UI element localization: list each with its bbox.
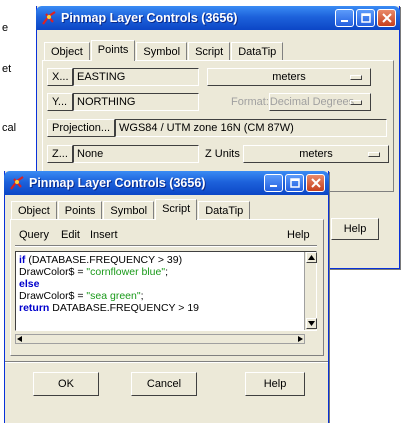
- projection-value: WGS84 / UTM zone 16N (CM 87W): [115, 119, 387, 137]
- ok-button[interactable]: OK: [33, 372, 99, 396]
- z-units-dropdown-value: meters: [299, 148, 333, 160]
- arrow-left-icon: [17, 336, 22, 342]
- script-keyword: return: [19, 302, 50, 314]
- front-window-title: Pinmap Layer Controls (3656): [29, 176, 206, 190]
- pinmap-app-icon: [10, 176, 24, 190]
- tab-symbol[interactable]: Symbol: [103, 201, 155, 220]
- tab-object[interactable]: Object: [11, 201, 57, 220]
- y-field-button[interactable]: Y...: [47, 93, 73, 111]
- back-window-title: Pinmap Layer Controls (3656): [61, 11, 238, 25]
- script-editor[interactable]: if (DATABASE.FREQUENCY > 39) DrawColor$ =…: [15, 251, 317, 331]
- minimize-icon: [270, 184, 277, 187]
- script-text: ;: [140, 290, 144, 302]
- scroll-down-button[interactable]: [306, 318, 317, 329]
- z-units-dropdown[interactable]: meters: [243, 145, 389, 163]
- background-text-2: et: [2, 63, 12, 75]
- background-text-1: e: [2, 22, 9, 34]
- script-string: "sea green": [86, 290, 141, 302]
- script-horizontal-scrollbar[interactable]: [15, 334, 305, 344]
- arrow-down-icon: [308, 321, 315, 326]
- menu-edit[interactable]: Edit: [61, 226, 80, 244]
- maximize-icon: [360, 13, 371, 23]
- cancel-button[interactable]: Cancel: [131, 372, 197, 396]
- z-field-button[interactable]: Z...: [47, 145, 73, 163]
- menu-insert[interactable]: Insert: [90, 226, 118, 244]
- front-window-titlebar[interactable]: Pinmap Layer Controls (3656): [4, 171, 329, 195]
- tab-script[interactable]: Script: [155, 199, 198, 220]
- units-dropdown[interactable]: meters: [207, 68, 371, 86]
- back-tabs: Object Points Symbol Script DataTip: [44, 40, 284, 61]
- z-units-label: Z Units: [205, 148, 240, 160]
- tab-object[interactable]: Object: [44, 42, 90, 61]
- minimize-button[interactable]: [335, 9, 354, 27]
- format-dropdown-value: Decimal Degrees: [269, 96, 355, 108]
- pinmap-app-icon: [42, 11, 56, 25]
- menu-separator: [15, 245, 317, 247]
- dropdown-indicator-icon: [368, 152, 380, 157]
- z-field-value: None: [73, 145, 199, 163]
- button-separator: [5, 361, 328, 363]
- projection-button[interactable]: Projection...: [47, 119, 115, 137]
- script-text: DATABASE.FREQUENCY > 19: [49, 302, 200, 314]
- format-dropdown: Decimal Degrees: [269, 93, 371, 111]
- menu-help[interactable]: Help: [287, 226, 310, 244]
- front-tabs: Object Points Symbol Script DataTip: [11, 199, 251, 220]
- maximize-button[interactable]: [356, 9, 375, 27]
- script-line: DrawColor$ = "cornflower blue";: [19, 266, 313, 278]
- script-text: (DATABASE.FREQUENCY > 39): [25, 254, 183, 266]
- maximize-button[interactable]: [285, 174, 304, 192]
- front-window: Pinmap Layer Controls (3656) Object Poin…: [4, 171, 329, 423]
- script-line: return DATABASE.FREQUENCY > 19: [19, 302, 313, 314]
- format-label: Format:: [231, 96, 269, 108]
- background-text-3: cal: [2, 122, 17, 134]
- script-text: ;: [165, 266, 168, 278]
- script-text: DrawColor$ =: [19, 290, 87, 302]
- back-window-titlebar[interactable]: Pinmap Layer Controls (3656): [36, 6, 400, 30]
- script-lines: if (DATABASE.FREQUENCY > 39) DrawColor$ =…: [19, 254, 313, 314]
- tab-datatip[interactable]: DataTip: [231, 42, 284, 61]
- front-help-button[interactable]: Help: [245, 372, 305, 396]
- minimize-icon: [341, 19, 348, 22]
- maximize-icon: [289, 178, 300, 188]
- tab-symbol[interactable]: Symbol: [136, 42, 188, 61]
- arrow-up-icon: [308, 255, 315, 260]
- minimize-button[interactable]: [264, 174, 283, 192]
- x-field-button[interactable]: X...: [47, 68, 73, 86]
- close-button[interactable]: [306, 174, 325, 192]
- script-string: "cornflower blue": [86, 266, 166, 278]
- script-line: else: [19, 278, 313, 290]
- script-line: if (DATABASE.FREQUENCY > 39): [19, 254, 313, 266]
- dropdown-indicator-icon: [350, 100, 362, 105]
- units-dropdown-value: meters: [272, 71, 306, 83]
- tab-points[interactable]: Points: [90, 40, 136, 61]
- arrow-right-icon: [298, 336, 303, 342]
- menu-query[interactable]: Query: [19, 226, 49, 244]
- tab-script[interactable]: Script: [188, 42, 231, 61]
- back-help-button[interactable]: Help: [331, 218, 379, 240]
- close-icon: [310, 178, 321, 188]
- tab-points[interactable]: Points: [57, 201, 103, 220]
- script-line: DrawColor$ = "sea green";: [19, 290, 313, 302]
- script-text: DrawColor$ =: [19, 266, 87, 278]
- dropdown-indicator-icon: [350, 75, 362, 80]
- close-button[interactable]: [377, 9, 396, 27]
- script-vertical-scrollbar[interactable]: [304, 252, 317, 330]
- x-field-value: EASTING: [73, 68, 199, 86]
- scroll-up-button[interactable]: [306, 252, 317, 263]
- close-icon: [381, 13, 392, 23]
- tab-datatip[interactable]: DataTip: [198, 201, 251, 220]
- script-keyword: else: [19, 278, 40, 290]
- y-field-value: NORTHING: [73, 93, 199, 111]
